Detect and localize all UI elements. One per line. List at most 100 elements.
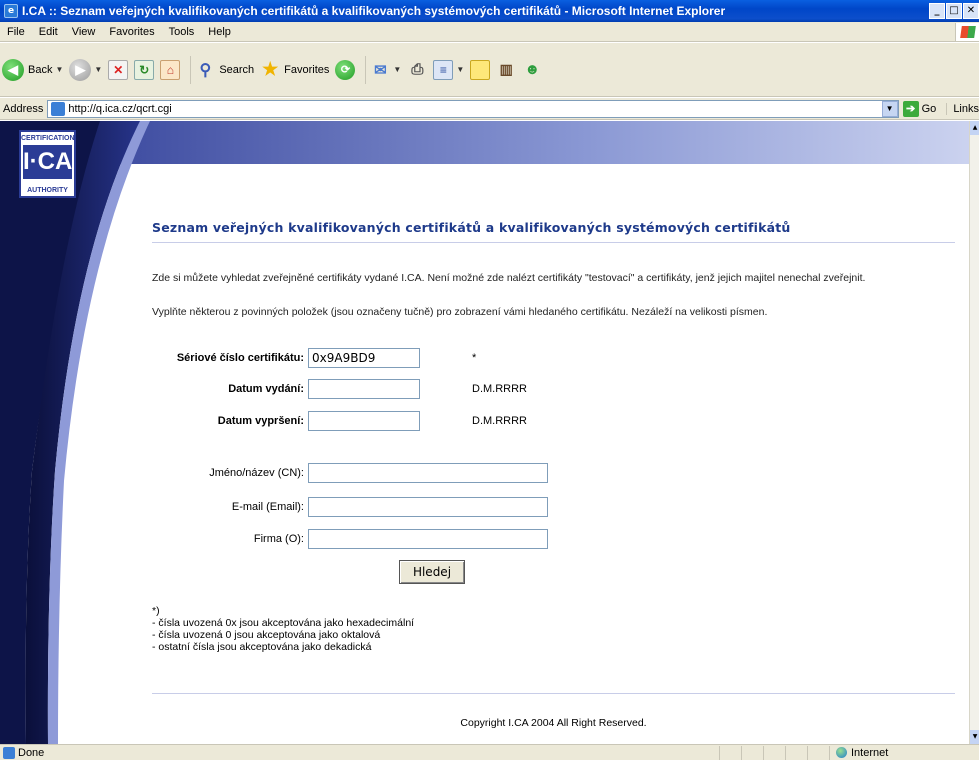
- expiry-date-input[interactable]: [308, 411, 420, 431]
- note-icon: [470, 59, 491, 80]
- page-icon: [51, 101, 66, 116]
- status-text: Done: [18, 746, 45, 759]
- title-bar: e I.CA :: Seznam veřejných kvalifikovaný…: [0, 0, 979, 22]
- security-zone: Internet: [829, 745, 979, 760]
- menu-favorites[interactable]: Favorites: [102, 26, 161, 38]
- history-icon: ⟳: [335, 59, 356, 80]
- search-submit-button[interactable]: Hledej: [399, 560, 465, 584]
- home-icon: ⌂: [160, 59, 181, 80]
- history-button[interactable]: ⟳: [335, 59, 356, 80]
- discuss-button[interactable]: [470, 59, 491, 80]
- menu-bar: File Edit View Favorites Tools Help: [0, 22, 979, 42]
- mail-icon: ✉: [374, 61, 387, 79]
- serial-required-mark: *: [472, 352, 477, 364]
- expiry-date-format: D.M.RRRR: [472, 415, 527, 427]
- menu-edit[interactable]: Edit: [32, 26, 65, 38]
- refresh-button[interactable]: ↻: [134, 59, 155, 80]
- expiry-label: Datum vypršení:: [217, 415, 304, 427]
- toolbar: ◀ Back ▼ ▶ ▼ ✕ ↻ ⌂ ⚲ Search ★ Favorites …: [0, 43, 979, 97]
- messenger-icon: ☻: [524, 61, 541, 78]
- logo-line1: CERTIFICATION: [21, 135, 75, 142]
- cn-label: Jméno/název (CN):: [209, 467, 304, 479]
- cn-input[interactable]: [308, 463, 548, 483]
- menu-file[interactable]: File: [0, 26, 32, 38]
- address-label: Address: [3, 102, 44, 115]
- window-controls: _ □ ✕: [929, 3, 979, 19]
- window-title: I.CA :: Seznam veřejných kvalifikovaných…: [22, 4, 726, 18]
- ie-page-icon: [3, 746, 15, 759]
- main-content: Seznam veřejných kvalifikovaných certifi…: [152, 220, 955, 729]
- edit-button[interactable]: ≡ ▼: [433, 59, 464, 80]
- scroll-down-icon[interactable]: ▼: [970, 730, 979, 744]
- mail-button[interactable]: ✉ ▼: [370, 60, 401, 80]
- address-input[interactable]: http://q.ica.cz/qcrt.cgi ▼: [47, 99, 899, 118]
- email-input[interactable]: [308, 497, 548, 517]
- status-pane: [807, 745, 829, 760]
- address-dropdown-icon[interactable]: ▼: [881, 100, 898, 117]
- instructions-text: Vyplňte některou z povinných položek (js…: [152, 306, 768, 318]
- favorites-button[interactable]: ★ Favorites: [260, 59, 330, 80]
- notes-mark: *): [152, 605, 160, 617]
- go-button[interactable]: ➔ Go: [902, 100, 937, 117]
- ica-logo: CERTIFICATION I·CA AUTHORITY: [19, 130, 76, 198]
- maximize-button[interactable]: □: [946, 3, 962, 19]
- status-pane: [741, 745, 763, 760]
- messenger-button[interactable]: ☻: [522, 60, 542, 80]
- globe-icon: [836, 747, 847, 758]
- ie-icon: e: [4, 4, 18, 18]
- status-pane: [719, 745, 741, 760]
- issued-date-format: D.M.RRRR: [472, 383, 527, 395]
- go-arrow-icon: ➔: [902, 100, 919, 117]
- chevron-down-icon[interactable]: ▼: [55, 65, 63, 74]
- print-button[interactable]: ⎙: [407, 60, 427, 80]
- org-label: Firma (O):: [253, 533, 304, 545]
- star-icon: ★: [262, 59, 279, 79]
- refresh-icon: ↻: [134, 59, 155, 80]
- toolbar-separator: [365, 55, 367, 84]
- menu-view[interactable]: View: [65, 26, 103, 38]
- notes: *) - čísla uvozená 0x jsou akceptována j…: [152, 605, 414, 653]
- issued-label: Datum vydání:: [228, 383, 304, 395]
- research-button[interactable]: ▥: [496, 60, 516, 80]
- footer-divider: [152, 693, 955, 694]
- status-pane: [763, 745, 785, 760]
- chevron-down-icon[interactable]: ▼: [393, 65, 401, 74]
- home-button[interactable]: ⌂: [160, 59, 181, 80]
- menu-help[interactable]: Help: [201, 26, 238, 38]
- page-viewport: [0, 121, 979, 744]
- note-line: - čísla uvozená 0x jsou akceptována jako…: [152, 617, 415, 629]
- close-button[interactable]: ✕: [963, 3, 979, 19]
- go-label: Go: [921, 102, 937, 115]
- back-label: Back: [28, 63, 53, 76]
- page-title: Seznam veřejných kvalifikovaných certifi…: [152, 220, 955, 243]
- back-button[interactable]: ◀ Back ▼: [2, 58, 63, 81]
- zone-label: Internet: [851, 746, 889, 759]
- vertical-scrollbar[interactable]: ▲ ▼: [969, 121, 979, 744]
- serial-label: Sériové číslo certifikátu:: [176, 352, 304, 364]
- links-button[interactable]: Links: [946, 102, 979, 115]
- back-arrow-icon: ◀: [2, 58, 24, 81]
- stop-button[interactable]: ✕: [108, 59, 129, 80]
- scroll-up-icon[interactable]: ▲: [970, 121, 979, 135]
- menu-tools[interactable]: Tools: [162, 26, 202, 38]
- serial-input[interactable]: [308, 348, 420, 368]
- email-label: E-mail (Email):: [231, 501, 304, 513]
- stop-icon: ✕: [108, 59, 129, 80]
- address-bar: Address http://q.ica.cz/qcrt.cgi ▼ ➔ Go …: [0, 98, 979, 120]
- search-label: Search: [219, 63, 255, 76]
- books-icon: ▥: [499, 61, 513, 77]
- intro-text: Zde si můžete vyhledat zveřejněné certif…: [152, 272, 866, 284]
- note-line: - ostatní čísla jsou akceptována jako de…: [152, 641, 372, 653]
- minimize-button[interactable]: _: [929, 3, 945, 19]
- forward-button[interactable]: ▶ ▼: [69, 58, 102, 81]
- issued-date-input[interactable]: [308, 379, 420, 399]
- search-button[interactable]: ⚲ Search: [195, 60, 254, 80]
- status-bar: Done Internet: [0, 744, 979, 760]
- org-input[interactable]: [308, 529, 548, 549]
- chevron-down-icon[interactable]: ▼: [456, 65, 464, 74]
- address-url[interactable]: http://q.ica.cz/qcrt.cgi: [68, 103, 881, 115]
- chevron-down-icon[interactable]: ▼: [94, 65, 102, 74]
- toolbar-separator: [190, 55, 192, 84]
- favorites-label: Favorites: [284, 63, 330, 76]
- copyright-footer: Copyright I.CA 2004 All Right Reserved.: [460, 717, 647, 729]
